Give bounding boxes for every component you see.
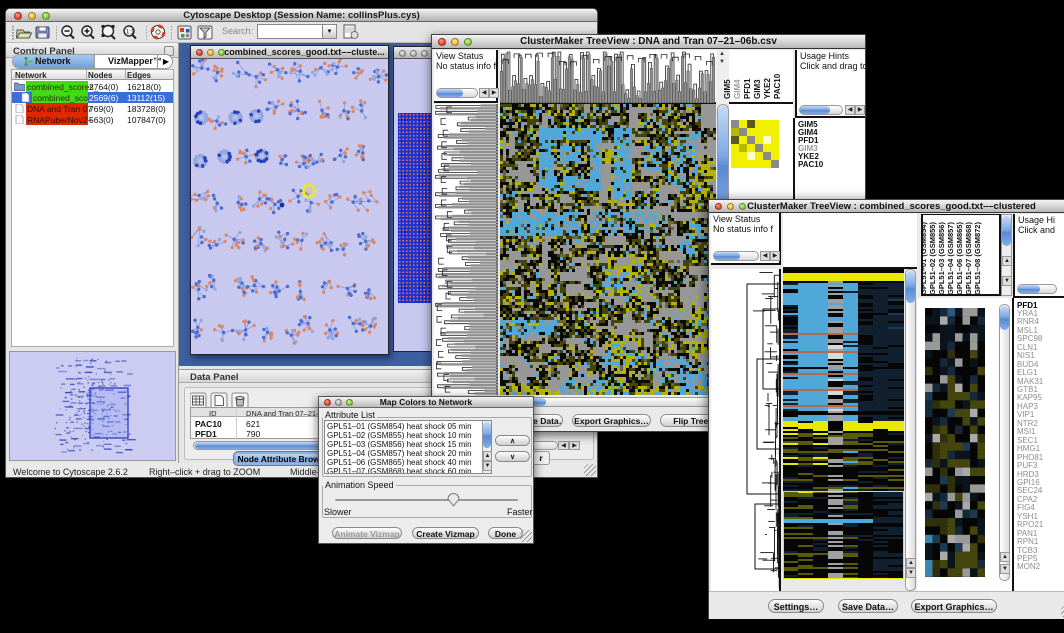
svg-text:1:1: 1:1 <box>126 30 135 36</box>
